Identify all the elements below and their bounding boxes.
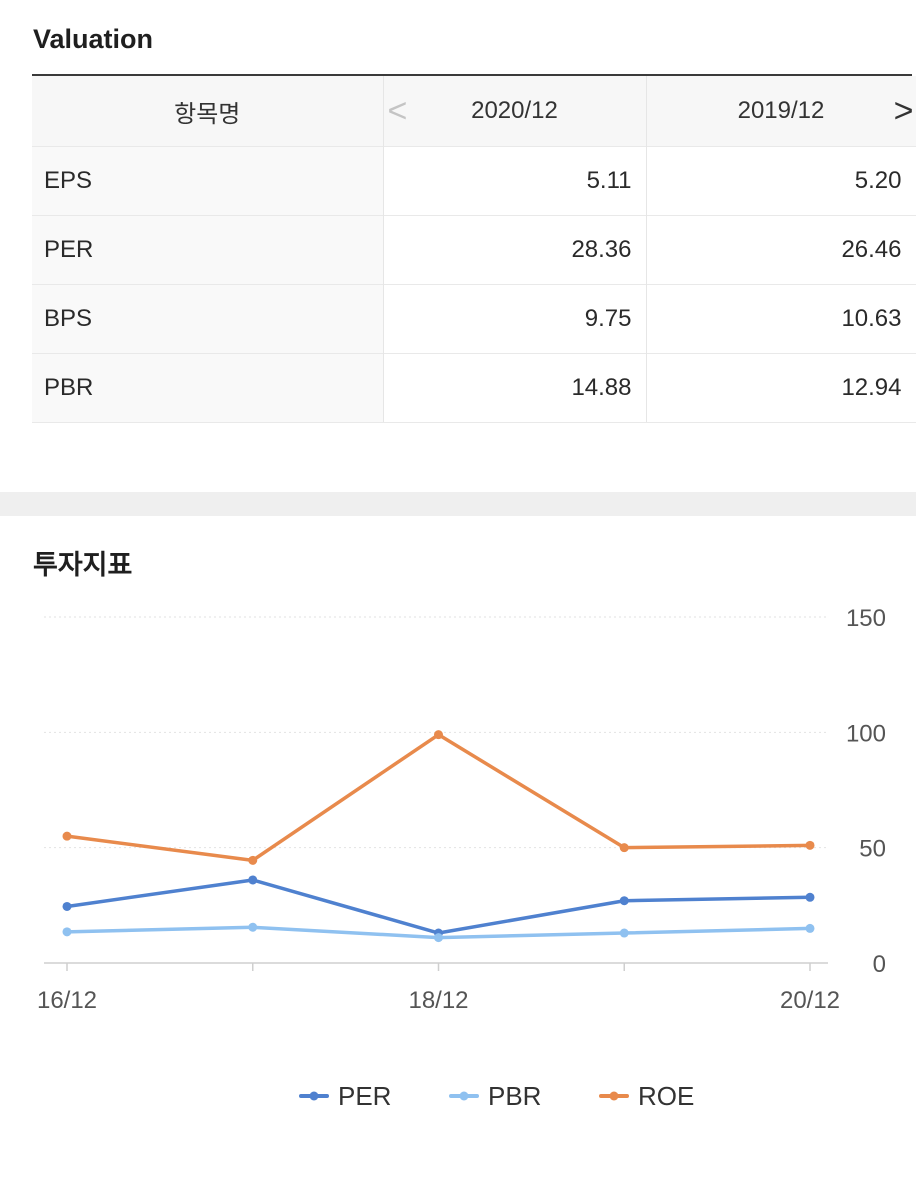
data-point-roe	[619, 843, 629, 853]
data-point-per	[248, 875, 258, 885]
data-point-pbr	[248, 922, 258, 932]
x-tick-label: 20/12	[780, 987, 840, 1014]
legend-label-pbr[interactable]: PBR	[488, 1081, 541, 1111]
y-tick-label: 150	[846, 605, 886, 632]
row-value: 14.88	[383, 353, 647, 423]
row-value: 5.11	[383, 146, 647, 216]
row-label: EPS	[32, 146, 384, 216]
series-line-per	[65, 878, 812, 935]
row-value: 28.36	[383, 215, 647, 285]
data-point-pbr	[619, 928, 629, 938]
row-label: PER	[32, 215, 384, 285]
row-value: 12.94	[646, 353, 916, 423]
data-point-pbr	[805, 923, 815, 933]
y-tick-label: 50	[859, 836, 886, 863]
legend-label-roe[interactable]: ROE	[638, 1081, 694, 1111]
table-header-row: 항목명 < 2020/12 2019/12 >	[32, 76, 916, 147]
table-row: PER 28.36 26.46	[32, 215, 916, 285]
row-value: 5.20	[646, 146, 916, 216]
data-point-roe	[62, 831, 72, 841]
x-tick-label: 18/12	[408, 987, 468, 1014]
data-point-roe	[434, 730, 443, 740]
legend-marker-pbr	[459, 1091, 469, 1101]
series-line-roe	[65, 732, 812, 863]
next-period-arrow-icon[interactable]: >	[894, 94, 914, 128]
table-row: BPS 9.75 10.63	[32, 284, 916, 354]
table-row: EPS 5.11 5.20	[32, 146, 916, 216]
row-value: 10.63	[646, 284, 916, 354]
data-point-roe	[248, 855, 258, 865]
valuation-title: Valuation	[33, 24, 154, 54]
period-header-2: 2019/12 >	[646, 76, 916, 147]
period-header-1-label: 2020/12	[471, 97, 558, 124]
item-name-header-label: 항목명	[174, 100, 241, 128]
legend-marker-roe	[609, 1091, 619, 1101]
x-tick-label: 16/12	[37, 987, 97, 1014]
item-name-header: 항목명	[32, 76, 384, 147]
row-value: 26.46	[646, 215, 916, 285]
table-row: PBR 14.88 12.94	[32, 353, 916, 423]
prev-period-arrow-icon[interactable]: <	[388, 94, 408, 128]
y-tick-label: 100	[846, 720, 886, 747]
row-label: PBR	[32, 353, 384, 423]
data-point-pbr	[434, 933, 443, 943]
data-point-per	[805, 892, 815, 902]
row-label: BPS	[32, 284, 384, 354]
valuation-table: 항목명 < 2020/12 2019/12 > EPS 5.11 5.20 PE…	[32, 76, 916, 423]
data-point-roe	[805, 840, 815, 850]
investment-indicators-title: 투자지표	[33, 550, 133, 580]
y-tick-label: 0	[873, 951, 886, 978]
legend-marker-per	[309, 1091, 319, 1101]
section-divider	[0, 492, 916, 516]
legend-label-per[interactable]: PER	[338, 1081, 391, 1111]
data-point-per	[619, 896, 629, 906]
period-header-2-label: 2019/12	[737, 97, 825, 124]
data-point-per	[62, 901, 72, 911]
period-header-1: < 2020/12	[383, 76, 647, 147]
row-value: 9.75	[383, 284, 647, 354]
data-point-pbr	[62, 927, 72, 937]
investment-indicators-chart: 0 50 100 150 16/12 18/12 20/12 PER PBR ROE	[37, 605, 886, 1111]
